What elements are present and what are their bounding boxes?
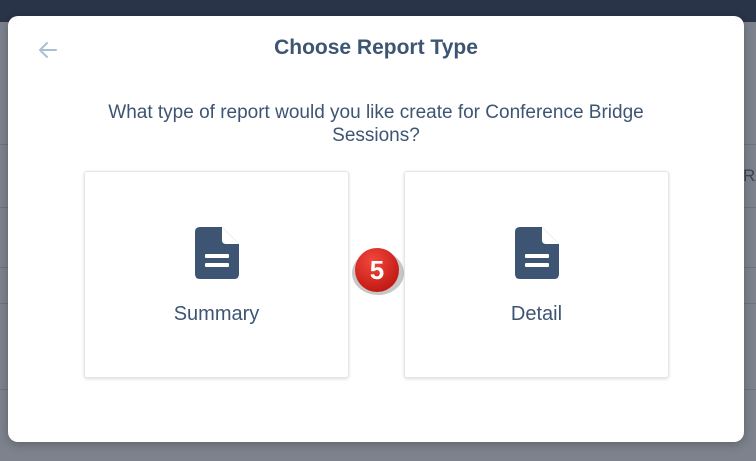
document-icon [515,227,559,279]
choose-report-type-dialog: Choose Report Type What type of report w… [8,16,744,442]
summary-report-option[interactable]: Summary [84,171,349,378]
dialog-title: Choose Report Type [274,36,478,59]
document-icon [195,227,239,279]
background-column-header: RA [743,166,756,185]
step-number: 5 [370,255,384,285]
report-type-question: What type of report would you like creat… [108,102,644,146]
detail-report-option[interactable]: Detail [404,171,669,378]
step-number-badge: 5 [352,248,404,295]
summary-option-label: Summary [173,303,260,325]
detail-option-label: Detail [510,303,563,325]
